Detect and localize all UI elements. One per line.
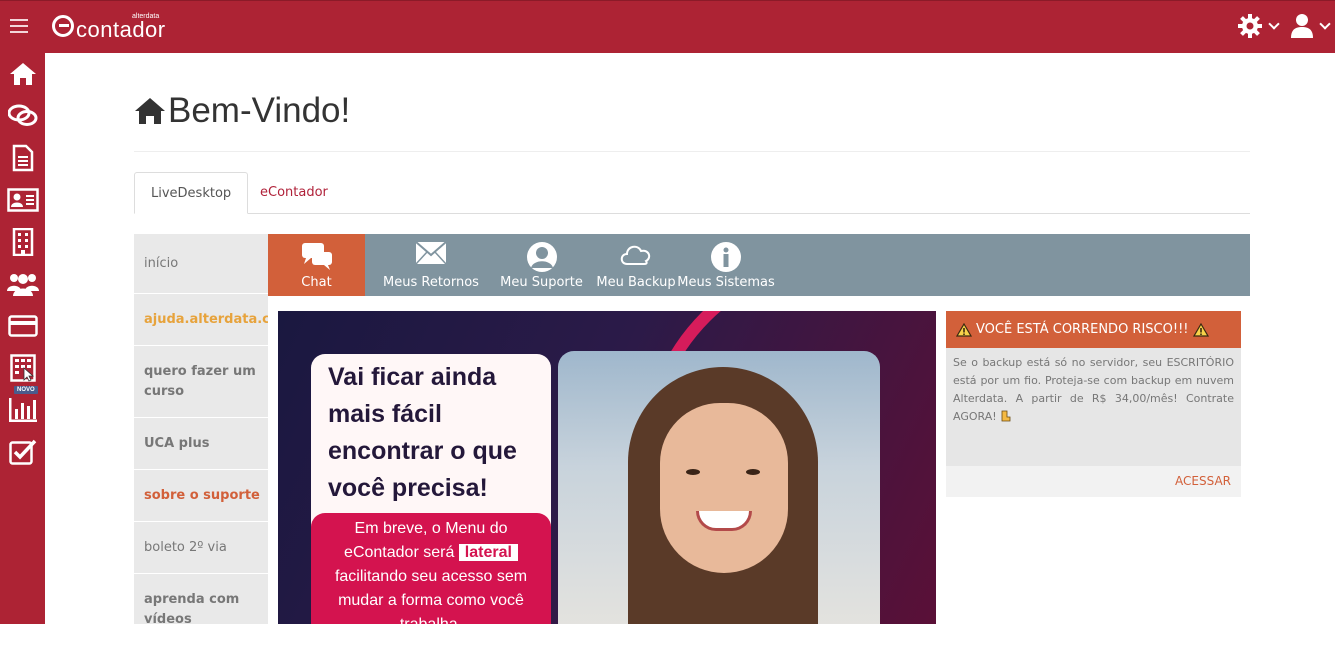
sidebar-item-payments[interactable] bbox=[0, 307, 45, 345]
warning-icon bbox=[1192, 322, 1209, 337]
user-menu-button[interactable] bbox=[1290, 13, 1331, 39]
top-bar: contador alterdata bbox=[0, 0, 1335, 53]
risk-card: VOCÊ ESTÁ CORRENDO RISCO!!! Se o backup … bbox=[946, 311, 1241, 497]
home-icon bbox=[9, 63, 36, 85]
banner-headline: Vai ficar ainda mais fácil encontrar o q… bbox=[328, 363, 517, 502]
service-meu-suporte[interactable]: Meu Suporte bbox=[494, 234, 589, 296]
service-meu-backup[interactable]: Meu Backup bbox=[591, 234, 681, 296]
chat-bubbles-icon bbox=[301, 243, 332, 270]
page-title: Bem-Vindo! bbox=[134, 91, 350, 131]
menu-item-label: quero fazer um curso bbox=[144, 363, 256, 399]
tab-econtador[interactable]: eContador bbox=[244, 172, 344, 214]
menu-item-suporte[interactable]: sobre o suporte bbox=[134, 470, 268, 522]
cloud-icon bbox=[620, 245, 651, 265]
tab-livedesktop[interactable]: LiveDesktop bbox=[134, 172, 249, 214]
home-icon bbox=[135, 98, 165, 124]
envelope-icon bbox=[415, 241, 447, 265]
menu-item-label: UCA plus bbox=[144, 436, 210, 451]
logo-small-text: alterdata bbox=[132, 13, 160, 20]
sidebar-item-contacts[interactable] bbox=[0, 181, 45, 219]
sidebar-item-users[interactable] bbox=[0, 265, 45, 303]
photo-eye bbox=[746, 469, 760, 475]
photo-eye bbox=[686, 469, 700, 475]
divider bbox=[134, 151, 1250, 152]
menu-item-label: ajuda.alterdata.com.br bbox=[144, 312, 268, 327]
user-icon bbox=[1291, 14, 1313, 38]
tab-bar: LiveDesktop eContador bbox=[134, 172, 1250, 214]
menu-item-label: início bbox=[144, 256, 179, 271]
banner-subtext-highlight: lateral bbox=[458, 544, 518, 561]
menu-item-ajuda[interactable]: ajuda.alterdata.com.br bbox=[134, 294, 268, 346]
document-icon bbox=[12, 144, 33, 172]
logo-e-mark bbox=[52, 15, 74, 37]
sidebar-item-home[interactable] bbox=[0, 55, 45, 93]
calculator-icon bbox=[9, 354, 36, 382]
warning-icon bbox=[956, 322, 972, 337]
checklist-icon bbox=[8, 439, 36, 465]
service-meus-sistemas[interactable]: Meus Sistemas bbox=[677, 234, 775, 296]
hamburger-icon[interactable] bbox=[10, 19, 28, 33]
banner-subtext: Em breve, o Menu do eContador será later… bbox=[318, 517, 544, 624]
menu-item-inicio[interactable]: início bbox=[134, 234, 268, 294]
risk-card-action[interactable]: ACESSAR bbox=[946, 466, 1241, 497]
credit-card-icon bbox=[7, 315, 38, 337]
logo-text: contador bbox=[76, 17, 166, 42]
chevron-down-icon bbox=[1319, 18, 1331, 30]
chevron-down-icon bbox=[1268, 18, 1280, 30]
sidebar-item-tasks[interactable] bbox=[0, 433, 45, 471]
service-label: Meus Sistemas bbox=[677, 275, 775, 290]
banner-photo bbox=[558, 351, 880, 624]
sidebar-item-calculator[interactable] bbox=[0, 349, 45, 387]
sidebar-item-reports[interactable] bbox=[0, 391, 45, 429]
menu-item-uca-plus[interactable]: UCA plus bbox=[134, 418, 268, 470]
menu-item-label: aprenda com vídeos bbox=[144, 592, 240, 627]
promo-banner[interactable]: Vai ficar ainda mais fácil encontrar o q… bbox=[278, 311, 936, 624]
menu-item-label: boleto 2º via bbox=[144, 540, 227, 555]
users-icon bbox=[6, 274, 39, 296]
contact-card-icon bbox=[6, 188, 39, 212]
pointing-hand-icon bbox=[1001, 410, 1011, 422]
menu-item-label: sobre o suporte bbox=[144, 488, 260, 503]
building-icon bbox=[12, 228, 33, 256]
info-icon bbox=[711, 242, 741, 272]
risk-card-header: VOCÊ ESTÁ CORRENDO RISCO!!! bbox=[946, 311, 1241, 348]
menu-item-videos[interactable]: aprenda com vídeos bbox=[134, 574, 268, 646]
risk-card-text: Se o backup está só no servidor, seu ESC… bbox=[953, 356, 1234, 423]
sidebar-item-companies[interactable] bbox=[0, 223, 45, 261]
menu-item-curso[interactable]: quero fazer um curso bbox=[134, 346, 268, 418]
page-title-text: Bem-Vindo! bbox=[168, 91, 351, 130]
chat-icon bbox=[7, 104, 37, 126]
sidebar-item-chat[interactable] bbox=[0, 97, 45, 135]
service-label: Meu Suporte bbox=[500, 275, 583, 290]
banner-subtext-post: facilitando seu acesso sem mudar a forma… bbox=[334, 568, 528, 624]
sidebar-item-documents[interactable] bbox=[0, 139, 45, 177]
service-label: Meu Backup bbox=[596, 275, 676, 290]
service-label: Chat bbox=[301, 275, 332, 290]
gear-icon bbox=[1238, 14, 1262, 38]
bar-chart-icon bbox=[8, 398, 37, 422]
service-bar: Chat Meus Retornos Meu Suporte Meu Backu… bbox=[268, 234, 1250, 296]
settings-menu-button[interactable] bbox=[1237, 13, 1280, 39]
menu-item-boleto[interactable]: boleto 2º via bbox=[134, 522, 268, 574]
sidebar: NOVO bbox=[0, 53, 45, 624]
risk-card-title: VOCÊ ESTÁ CORRENDO RISCO!!! bbox=[976, 322, 1189, 337]
service-meus-retornos[interactable]: Meus Retornos bbox=[378, 234, 484, 296]
side-menu: início ajuda.alterdata.com.br quero faze… bbox=[134, 234, 268, 646]
service-chat[interactable]: Chat bbox=[268, 234, 365, 296]
risk-card-body: Se o backup está só no servidor, seu ESC… bbox=[946, 348, 1241, 466]
photo-face bbox=[660, 403, 788, 573]
service-label: Meus Retornos bbox=[383, 275, 479, 290]
main-content: Bem-Vindo! LiveDesktop eContador início … bbox=[45, 53, 1335, 646]
support-person-icon bbox=[526, 242, 557, 272]
